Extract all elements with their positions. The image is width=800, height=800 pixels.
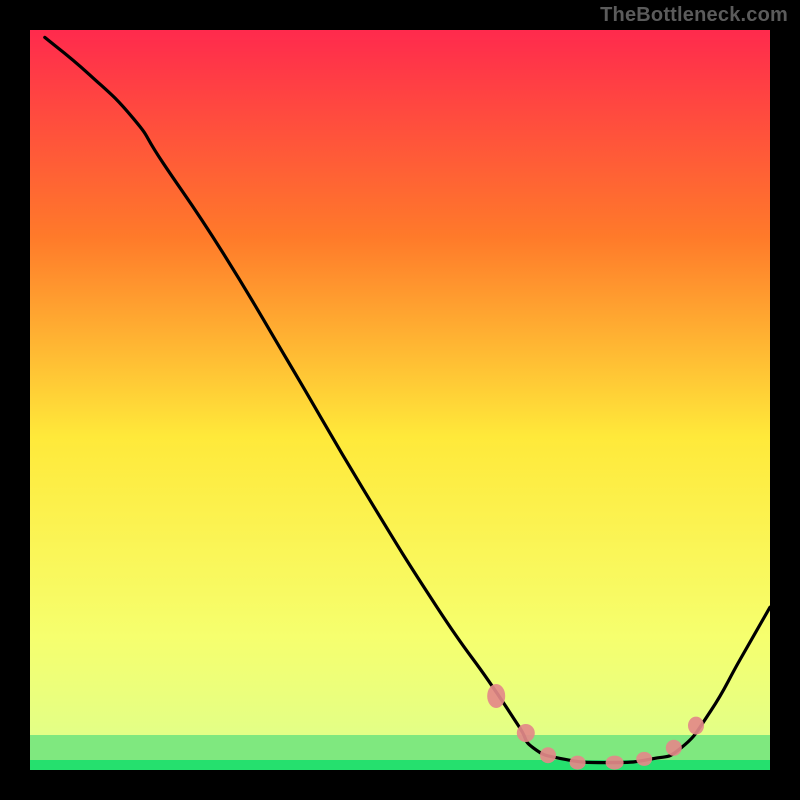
line-chart bbox=[0, 0, 800, 800]
chart-container: TheBottleneck.com bbox=[0, 0, 800, 800]
plot-background bbox=[30, 30, 770, 770]
curve-marker bbox=[606, 756, 624, 770]
curve-marker bbox=[517, 724, 535, 742]
curve-marker bbox=[636, 752, 652, 766]
curve-marker bbox=[570, 756, 586, 770]
curve-marker bbox=[487, 684, 505, 708]
curve-marker bbox=[540, 747, 556, 763]
green-band-bright bbox=[30, 760, 770, 770]
curve-marker bbox=[666, 740, 682, 756]
watermark-label: TheBottleneck.com bbox=[600, 4, 788, 27]
curve-marker bbox=[688, 717, 704, 735]
